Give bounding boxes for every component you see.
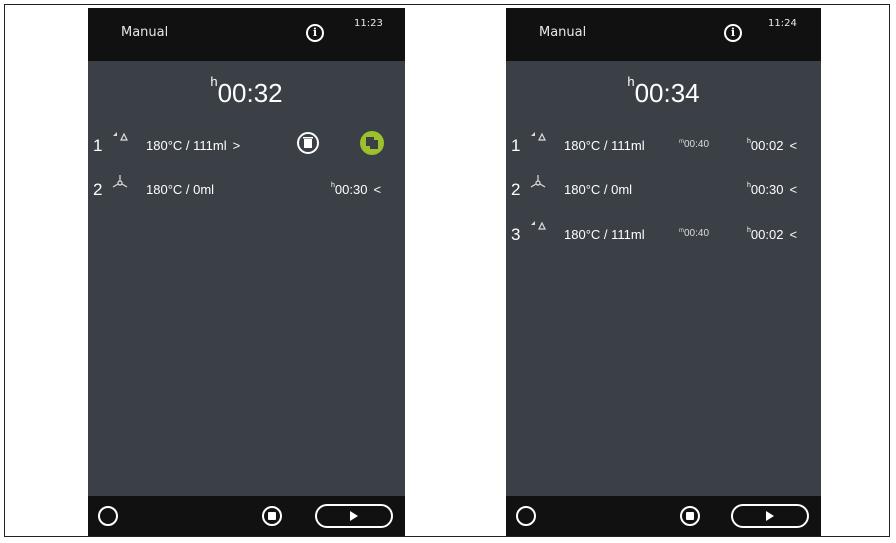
start-button[interactable] (315, 504, 393, 528)
step-temperature: 180°C / 111ml (564, 138, 645, 153)
step-steam-time: m00:40 (679, 139, 710, 150)
step-number: 2 (93, 180, 103, 199)
steam-fan-icon (113, 132, 128, 141)
oven-screen-2: Manual i 11:24 h00:34 1 180°C / 111ml m0… (506, 8, 821, 536)
bottom-bar (506, 496, 821, 536)
step-row[interactable]: 2 180°C / 0ml h00:30 < (88, 174, 405, 204)
step-time: h00:30 < (331, 182, 382, 197)
steam-fan-icon (531, 221, 546, 230)
save-button[interactable] (680, 506, 700, 526)
save-button[interactable] (262, 506, 282, 526)
step-row[interactable]: 1 180°C / 111ml m00:40 h00:02 < (506, 130, 821, 160)
oven-screen-1: Manual i 11:23 h00:32 1 180°C / 111ml > 2… (88, 8, 405, 536)
clock: 11:23 (354, 18, 383, 29)
step-number: 1 (511, 136, 521, 155)
top-bar: Manual i 11:24 (506, 8, 821, 61)
step-number: 1 (93, 136, 103, 155)
fan-icon (112, 175, 128, 188)
step-temperature: 180°C / 0ml (564, 182, 633, 197)
info-icon[interactable]: i (724, 24, 742, 42)
step-row[interactable]: 1 180°C / 111ml > (88, 130, 405, 160)
step-number: 2 (511, 180, 521, 199)
step-row[interactable]: 2 180°C / 0ml h00:30 < (506, 174, 821, 204)
bottom-bar (88, 496, 405, 536)
start-button[interactable] (731, 504, 809, 528)
steam-fan-icon (531, 132, 546, 141)
total-time: h00:34 (627, 74, 700, 108)
top-bar: Manual i 11:23 (88, 8, 405, 61)
back-button[interactable] (516, 506, 536, 526)
step-row[interactable]: 3 180°C / 111ml m00:40 h00:02 < (506, 219, 821, 249)
step-number: 3 (511, 225, 521, 244)
clock: 11:24 (768, 18, 797, 29)
info-icon[interactable]: i (306, 24, 324, 42)
copy-icon (366, 137, 378, 149)
mode-title: Manual (121, 25, 169, 40)
total-time: h00:32 (210, 74, 283, 108)
step-temperature: 180°C / 111ml (564, 227, 645, 242)
step-temperature: 180°C / 0ml (146, 182, 215, 197)
step-temperature: 180°C / 111ml > (146, 138, 241, 153)
step-time: h00:30 < (747, 182, 798, 197)
trash-icon (303, 137, 313, 148)
step-time: h00:02 < (747, 138, 798, 153)
delete-step-button[interactable] (297, 132, 319, 154)
step-time: h00:02 < (747, 227, 798, 242)
copy-step-button[interactable] (360, 131, 384, 155)
mode-title: Manual (539, 25, 587, 40)
fan-icon (530, 175, 546, 188)
back-button[interactable] (98, 506, 118, 526)
step-steam-time: m00:40 (679, 228, 710, 239)
